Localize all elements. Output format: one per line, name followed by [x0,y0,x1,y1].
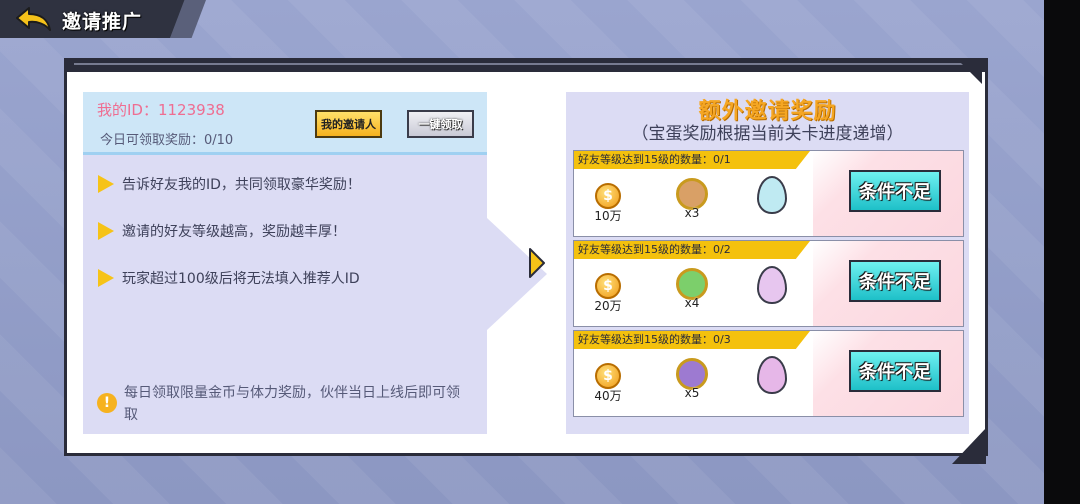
condition-status-button[interactable]: 条件不足 [849,170,941,212]
back-arrow-icon [16,7,51,31]
tip-item: 邀请的好友等级越高，奖励越丰厚！ [98,221,346,241]
egg-reward[interactable] [752,266,792,304]
condition-status-button[interactable]: 条件不足 [849,260,941,302]
row-requirement: 好友等级达到15级的数量：0/1 [574,151,810,169]
coin-reward[interactable]: $ 10万 [588,183,628,223]
row-requirement: 好友等级达到15级的数量：0/2 [574,241,810,259]
reward-row: 好友等级达到15级的数量：0/1 $ 10万 x3 条件不足 [573,150,964,237]
my-inviter-button[interactable]: 我的邀请人 [315,110,382,138]
tip-item: 告诉好友我的ID，共同领取豪华奖励！ [98,174,361,194]
coin-icon: $ [595,273,621,299]
coin-quantity: 20万 [594,299,622,313]
bullet-triangle-icon [98,269,114,287]
coin-quantity: 10万 [594,209,622,223]
back-button[interactable] [14,5,54,33]
chevron-right-icon [529,248,545,278]
bullet-triangle-icon [98,222,114,240]
hero-reward[interactable]: x5 [672,358,712,400]
page-title: 邀请推广 [62,11,143,33]
reward-row: 好友等级达到15级的数量：0/2 $ 20万 x4 条件不足 [573,240,964,327]
hero-reward[interactable]: x3 [672,178,712,220]
coin-quantity: 40万 [594,389,622,403]
info-exclamation-icon: ! [97,393,117,413]
claim-all-button[interactable]: 一键领取 [407,110,474,138]
hero-quantity: x5 [684,386,700,400]
row-requirement: 好友等级达到15级的数量：0/3 [574,331,810,349]
reward-row: 好友等级达到15级的数量：0/3 $ 40万 x5 条件不足 [573,330,964,417]
coin-icon: $ [595,363,621,389]
egg-reward[interactable] [752,356,792,394]
egg-icon [757,266,787,304]
screen-edge [1044,0,1080,504]
tip-text: 邀请的好友等级越高，奖励越丰厚！ [122,224,346,240]
egg-icon [757,176,787,214]
tip-text: 告诉好友我的ID，共同领取豪华奖励！ [122,177,361,193]
egg-reward[interactable] [752,176,792,214]
coin-reward[interactable]: $ 20万 [588,273,628,313]
hero-quantity: x4 [684,296,700,310]
coin-reward[interactable]: $ 40万 [588,363,628,403]
daily-note: 每日领取限量金币与体力奖励，伙伴当日上线后即可领取 [124,385,460,423]
bullet-triangle-icon [98,175,114,193]
tip-item: 玩家超过100级后将无法填入推荐人ID [98,268,360,288]
frame-top-strip [64,58,988,72]
today-claim-count: 今日可领取奖励：0/10 [100,133,234,148]
coin-icon: $ [595,183,621,209]
condition-status-button[interactable]: 条件不足 [849,350,941,392]
egg-icon [757,356,787,394]
tip-text: 玩家超过100级后将无法填入推荐人ID [122,271,360,287]
hero-quantity: x3 [684,206,700,220]
my-id-label: 我的ID：1123938 [97,101,225,119]
hero-reward[interactable]: x4 [672,268,712,310]
extra-rewards-subtitle: （宝蛋奖励根据当前关卡进度递增） [631,124,904,144]
